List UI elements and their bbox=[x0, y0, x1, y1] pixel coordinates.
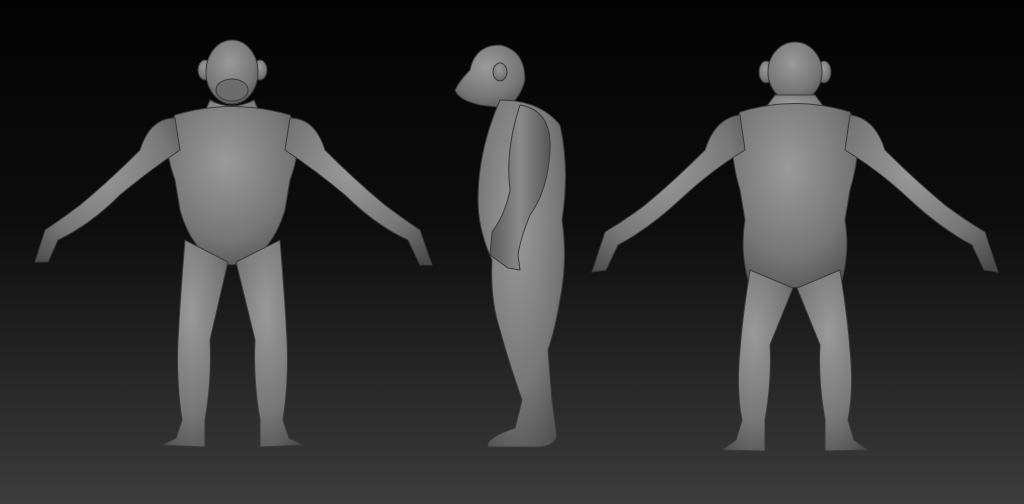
back-torso bbox=[732, 103, 858, 288]
sculpt-render bbox=[0, 0, 1024, 504]
head bbox=[767, 41, 823, 103]
render-viewport bbox=[0, 0, 1024, 504]
